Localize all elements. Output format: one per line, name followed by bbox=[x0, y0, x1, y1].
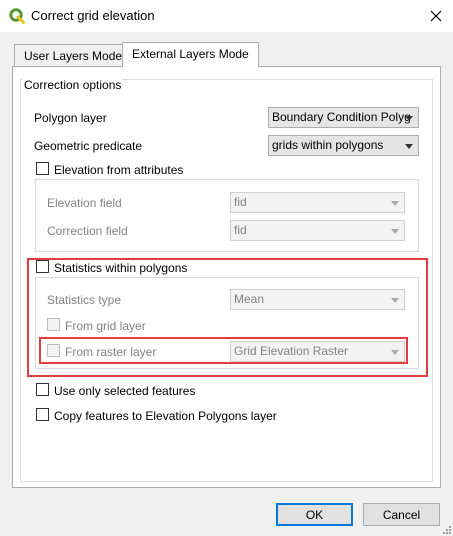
chevron-down-icon bbox=[391, 350, 399, 355]
from-raster-layer-label: From raster layer bbox=[65, 345, 157, 359]
polygon-layer-combo[interactable]: Boundary Condition Polyg bbox=[268, 107, 419, 128]
tab-user-layers-mode[interactable]: User Layers Mode bbox=[14, 44, 133, 67]
button-label: OK bbox=[305, 508, 324, 522]
ok-button[interactable]: OK bbox=[276, 503, 353, 526]
window-title: Correct grid elevation bbox=[31, 8, 155, 23]
title-bar: Correct grid elevation bbox=[0, 0, 453, 32]
chevron-down-icon bbox=[405, 144, 413, 149]
correction-field-combo[interactable]: fid bbox=[230, 220, 405, 241]
raster-layer-combo[interactable]: Grid Elevation Raster bbox=[230, 341, 405, 362]
use-only-selected-checkbox[interactable] bbox=[36, 383, 49, 396]
combo-value: Mean bbox=[234, 292, 265, 306]
chevron-down-icon bbox=[391, 229, 399, 234]
copy-features-checkbox[interactable] bbox=[36, 408, 49, 421]
polygon-layer-label: Polygon layer bbox=[34, 111, 107, 125]
chevron-down-icon bbox=[391, 298, 399, 303]
from-grid-layer-checkbox[interactable] bbox=[47, 318, 60, 331]
chevron-down-icon bbox=[405, 116, 413, 121]
resize-grip-icon[interactable] bbox=[440, 523, 452, 535]
combo-value: fid bbox=[234, 223, 247, 237]
elevation-from-attributes-label: Elevation from attributes bbox=[54, 163, 184, 177]
cancel-button[interactable]: Cancel bbox=[363, 503, 440, 526]
statistics-type-combo[interactable]: Mean bbox=[230, 289, 405, 310]
button-label: Cancel bbox=[382, 508, 421, 522]
correction-field-label: Correction field bbox=[47, 224, 128, 238]
copy-features-label: Copy features to Elevation Polygons laye… bbox=[54, 409, 277, 423]
from-raster-layer-checkbox[interactable] bbox=[47, 344, 60, 357]
combo-value: Grid Elevation Raster bbox=[234, 344, 349, 358]
use-only-selected-label: Use only selected features bbox=[54, 384, 196, 398]
tab-label: User Layers Mode bbox=[24, 49, 123, 63]
combo-value: Boundary Condition Polyg bbox=[272, 110, 411, 124]
geometric-predicate-label: Geometric predicate bbox=[34, 139, 143, 153]
tab-external-layers-mode[interactable]: External Layers Mode bbox=[122, 42, 259, 67]
tab-label: External Layers Mode bbox=[132, 47, 249, 61]
geometric-predicate-combo[interactable]: grids within polygons bbox=[268, 135, 419, 156]
elevation-field-label: Elevation field bbox=[47, 196, 122, 210]
statistics-within-polygons-label: Statistics within polygons bbox=[54, 261, 188, 275]
from-grid-layer-label: From grid layer bbox=[65, 319, 146, 333]
statistics-within-polygons-checkbox[interactable] bbox=[36, 260, 49, 273]
chevron-down-icon bbox=[391, 201, 399, 206]
combo-value: fid bbox=[234, 195, 247, 209]
statistics-type-label: Statistics type bbox=[47, 293, 122, 307]
qgis-logo-icon bbox=[9, 8, 25, 24]
tab-panel: Correction options Polygon layer Boundar… bbox=[12, 66, 441, 488]
close-icon[interactable] bbox=[426, 6, 446, 26]
combo-value: grids within polygons bbox=[272, 138, 384, 152]
elevation-from-attributes-checkbox[interactable] bbox=[36, 162, 49, 175]
elevation-field-combo[interactable]: fid bbox=[230, 192, 405, 213]
group-title: Correction options bbox=[23, 78, 123, 92]
elevation-attributes-group bbox=[35, 179, 419, 252]
